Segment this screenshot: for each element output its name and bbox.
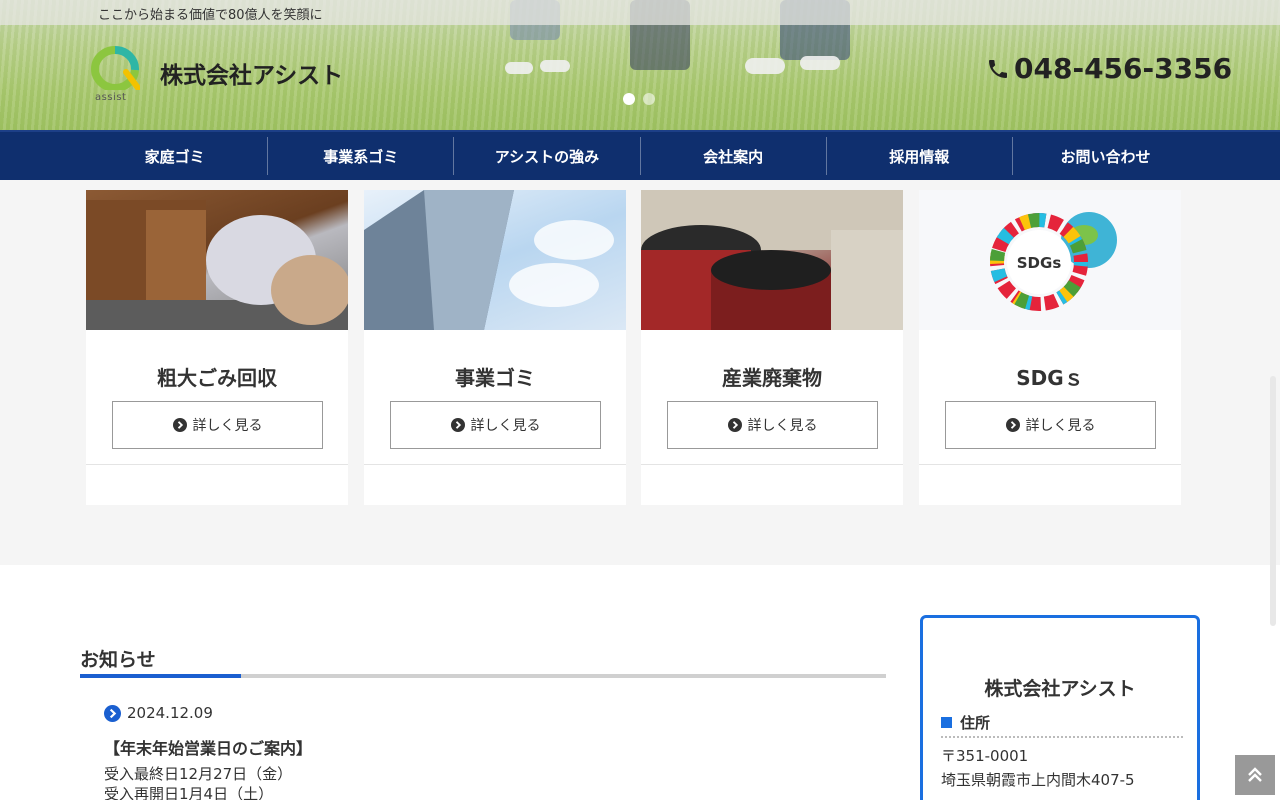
details-button-label: 詳しく見る — [747, 418, 818, 434]
slider-dots — [623, 93, 655, 105]
waste-illustration — [641, 190, 903, 330]
service-title: 事業ゴミ — [455, 366, 535, 390]
details-button[interactable]: 詳しく見る — [945, 401, 1156, 449]
news-section-title: お知らせ — [80, 649, 156, 671]
details-button[interactable]: 詳しく見る — [390, 401, 601, 449]
company-name[interactable]: 株式会社アシスト — [160, 56, 343, 90]
nav-item-company-info[interactable]: 会社案内 — [639, 137, 826, 175]
nav-item-household-waste[interactable]: 家庭ゴミ — [82, 137, 267, 175]
chevron-circle-right-icon — [172, 418, 187, 432]
postal-code: 〒351-0001 — [941, 747, 1029, 765]
hero-shoe — [800, 56, 840, 70]
news-title-rule — [80, 674, 886, 678]
service-card-business[interactable]: 事業ゴミ 詳しく見る — [364, 190, 626, 505]
nav-item-contact[interactable]: お問い合わせ — [1011, 137, 1198, 175]
logo-wordmark: assist — [95, 92, 127, 103]
card-divider — [364, 464, 626, 465]
slider-dot-2[interactable] — [643, 93, 655, 105]
phone-number[interactable]: 048-456-3356 — [986, 52, 1232, 85]
back-to-top-button[interactable] — [1235, 755, 1275, 795]
waste-photo — [641, 190, 903, 330]
furniture-photo — [86, 190, 348, 330]
sdgs-photo: SDGs — [919, 190, 1181, 330]
news-item-headline[interactable]: 【年末年始営業日のご案内】 — [104, 735, 312, 759]
building-photo — [364, 190, 626, 330]
company-info-box: 株式会社アシスト 住所 〒351-0001 埼玉県朝霞市上内間木407-5 — [920, 615, 1200, 800]
sdgs-wheel-label: SDGs — [1017, 254, 1062, 272]
details-button-label: 詳しく見る — [1025, 418, 1096, 434]
logo-mark-icon — [91, 46, 140, 90]
tagline: ここから始まる価値で80億人を笑顔に — [98, 8, 323, 23]
card-divider — [641, 464, 903, 465]
nav-item-strengths[interactable]: アシストの強み — [453, 137, 639, 175]
news-title-rule-accent — [80, 674, 241, 678]
address-label-text: 住所 — [960, 714, 991, 732]
scrollbar[interactable] — [1270, 376, 1276, 626]
square-bullet-icon — [941, 717, 952, 728]
card-divider — [86, 464, 348, 465]
company-logo[interactable]: assist — [88, 44, 144, 106]
nav-item-business-waste[interactable]: 事業系ゴミ — [267, 137, 453, 175]
service-title: SDGｓ — [1016, 366, 1084, 390]
services-section: 粗大ごみ回収 詳しく見る 事業ゴミ 詳しく見る 産業廃棄物 詳しく見る SDGs… — [0, 180, 1280, 626]
street-address: 埼玉県朝霞市上内間木407-5 — [941, 771, 1135, 789]
chevron-circle-right-icon — [104, 704, 121, 722]
phone-icon — [989, 59, 1007, 78]
building-illustration — [364, 190, 614, 330]
hero-header: ここから始まる価値で80億人を笑顔に assist 株式会社アシスト 048-4… — [0, 0, 1280, 130]
news-date-text: 2024.12.09 — [127, 704, 213, 722]
news-item-date[interactable]: 2024.12.09 — [104, 704, 213, 722]
furniture-illustration — [86, 200, 348, 330]
card-divider — [919, 464, 1181, 465]
details-button-label: 詳しく見る — [192, 418, 263, 434]
double-chevron-up-icon — [1248, 767, 1262, 782]
address-label: 住所 — [941, 712, 990, 733]
service-card-industrial[interactable]: 産業廃棄物 詳しく見る — [641, 190, 903, 505]
dotted-divider — [941, 736, 1183, 738]
news-item-line: 受入最終日12月27日（金） — [104, 765, 293, 783]
company-box-name: 株式会社アシスト — [984, 678, 1136, 700]
service-card-oversized[interactable]: 粗大ごみ回収 詳しく見る — [86, 190, 348, 505]
slider-dot-1[interactable] — [623, 93, 635, 105]
details-button[interactable]: 詳しく見る — [667, 401, 878, 449]
nav-item-recruitment[interactable]: 採用情報 — [825, 137, 1012, 175]
chevron-circle-right-icon — [727, 418, 742, 432]
service-title: 産業廃棄物 — [722, 366, 822, 390]
main-navigation: 家庭ゴミ 事業系ゴミ アシストの強み 会社案内 採用情報 お問い合わせ — [0, 130, 1280, 180]
sdgs-wheel-illustration: SDGs — [990, 212, 1117, 311]
hero-shoe — [540, 60, 570, 72]
service-title: 粗大ごみ回収 — [157, 366, 277, 390]
news-item-line: 受入再開日1月4日（土） — [104, 785, 274, 800]
chevron-circle-right-icon — [1005, 418, 1020, 432]
hero-shoe — [745, 58, 785, 74]
details-button[interactable]: 詳しく見る — [112, 401, 323, 449]
hero-shoe — [505, 62, 533, 74]
service-card-sdgs[interactable]: SDGs SDGｓ 詳しく見る — [919, 190, 1181, 505]
phone-number-text: 048-456-3356 — [1014, 52, 1233, 85]
chevron-circle-right-icon — [450, 418, 465, 432]
details-button-label: 詳しく見る — [470, 418, 541, 434]
